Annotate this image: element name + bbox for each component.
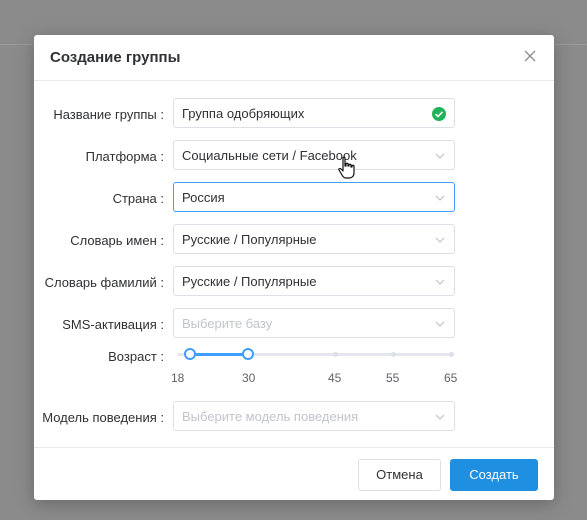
close-button[interactable] [522,48,538,64]
sms-select[interactable]: Выберите базу [173,308,455,338]
chevron-down-icon [435,279,445,285]
chevron-down-icon [435,237,445,243]
names-dict-select[interactable]: Русские / Популярные [173,224,455,254]
surnames-dict-value: Русские / Популярные [182,274,317,289]
tick-label: 45 [328,371,342,385]
surnames-dict-label: Словарь фамилий : [44,275,164,290]
check-circle-icon [432,107,446,121]
create-button[interactable]: Создать [450,459,538,491]
dialog-footer: Отмена Создать [34,447,554,501]
cancel-button[interactable]: Отмена [358,459,441,491]
behavior-placeholder: Выберите модель поведения [182,409,359,424]
names-dict-value: Русские / Популярные [182,232,317,247]
behavior-label: Модель поведения : [42,410,164,425]
age-label: Возраст : [108,349,164,364]
group-name-value: Группа одобряющих [182,106,305,121]
chevron-down-icon [435,195,445,201]
group-name-input[interactable]: Группа одобряющих [173,98,455,128]
slider-range [190,353,248,356]
tick-label: 18 [171,371,185,385]
dialog-header: Создание группы [34,35,554,81]
group-name-label: Название группы : [53,107,164,122]
behavior-select[interactable]: Выберите модель поведения [173,401,455,431]
chevron-down-icon [435,414,445,420]
close-icon [524,50,536,62]
dialog-title: Создание группы [50,49,181,66]
names-dict-label: Словарь имен : [70,233,164,248]
slider-stop [449,352,454,357]
tick-label: 65 [444,371,458,385]
tick-label: 55 [386,371,400,385]
hand-cursor-icon [338,156,355,179]
slider-stop [333,352,338,357]
surnames-dict-select[interactable]: Русские / Популярные [173,266,455,296]
platform-label: Платформа : [85,149,164,164]
sms-placeholder: Выберите базу [182,316,273,331]
slider-handle-min[interactable] [184,348,196,360]
sms-label: SMS-активация : [62,317,164,332]
create-group-dialog: Создание группы Название группы : Группа… [34,35,554,500]
platform-select[interactable]: Социальные сети / Facebook [173,140,455,170]
country-value: Россия [182,190,225,205]
country-label: Страна : [112,191,164,206]
slider-stop [391,352,396,357]
platform-value: Социальные сети / Facebook [182,148,357,163]
chevron-down-icon [435,153,445,159]
country-select[interactable]: Россия [173,182,455,212]
tick-label: 30 [242,371,256,385]
chevron-down-icon [435,321,445,327]
slider-handle-max[interactable] [242,348,254,360]
age-slider[interactable]: 18 30 45 55 65 [171,347,458,397]
